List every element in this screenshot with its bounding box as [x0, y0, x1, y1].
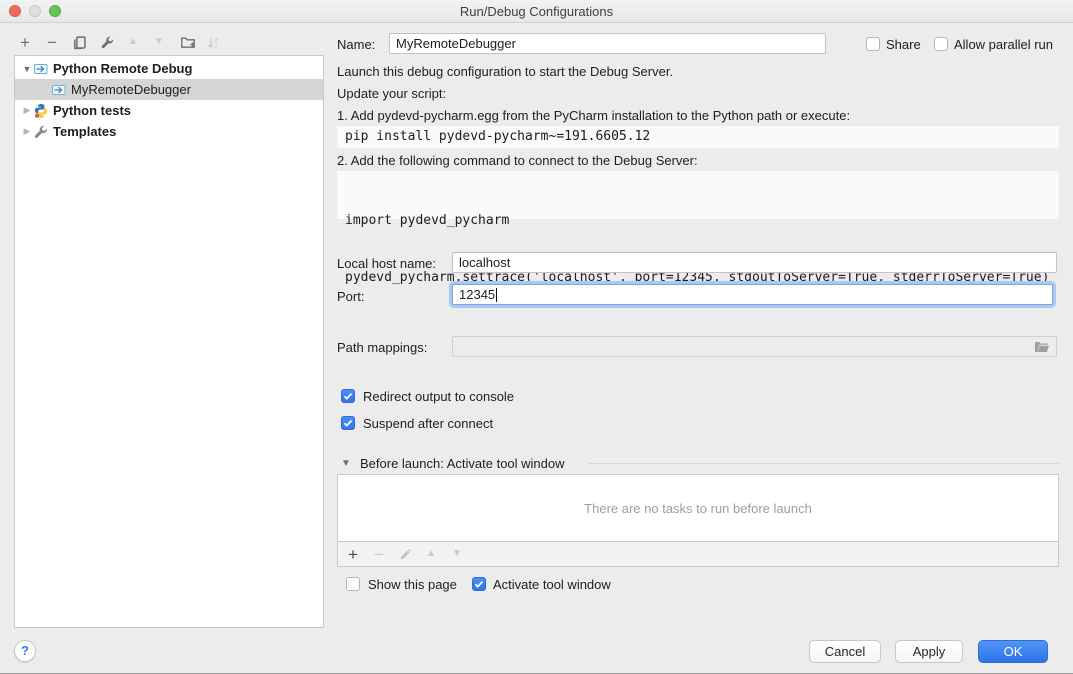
wrench-icon: [100, 35, 115, 50]
allow-parallel-run-label[interactable]: Allow parallel run: [954, 37, 1053, 52]
move-task-up-button: ▲: [422, 544, 440, 564]
local-host-name-input[interactable]: [452, 252, 1057, 273]
arrow-up-icon: ▲: [128, 37, 138, 47]
chevron-right-icon[interactable]: ▶: [21, 126, 33, 137]
close-window-icon[interactable]: [9, 5, 21, 17]
remove-task-button: −: [370, 544, 388, 564]
remote-debug-icon: [51, 82, 67, 98]
copy-icon: [72, 35, 87, 50]
instruction-line-2: Update your script:: [337, 86, 446, 101]
share-checkbox[interactable]: [866, 37, 880, 51]
arrow-down-icon: ▼: [154, 37, 164, 47]
tree-item-python-tests[interactable]: ▶ Python tests: [15, 100, 323, 121]
port-value: 12345: [459, 285, 495, 304]
before-launch-header[interactable]: Before launch: Activate tool window: [360, 456, 565, 471]
name-input[interactable]: [389, 33, 826, 54]
plus-icon: +: [20, 34, 30, 51]
copy-configuration-button[interactable]: [68, 32, 90, 52]
port-input[interactable]: 12345: [452, 284, 1053, 305]
pencil-icon: [399, 548, 412, 561]
pip-install-code-block: pip install pydevd-pycharm~=191.6605.12: [337, 126, 1059, 148]
edit-task-button: [396, 544, 414, 564]
activate-tool-window-checkbox[interactable]: [472, 577, 486, 591]
arrow-down-icon: ▼: [452, 549, 462, 559]
ok-button[interactable]: OK: [978, 640, 1048, 663]
sort-configurations-button: az: [202, 32, 224, 52]
tasks-toolbar: + − ▲ ▼: [337, 541, 1059, 567]
help-button[interactable]: ?: [14, 640, 36, 662]
suspend-after-connect-label[interactable]: Suspend after connect: [363, 416, 493, 431]
redirect-output-label[interactable]: Redirect output to console: [363, 389, 514, 404]
wrench-icon: [33, 124, 49, 140]
path-mappings-label: Path mappings:: [337, 340, 427, 355]
share-label[interactable]: Share: [886, 37, 921, 52]
open-folder-icon[interactable]: [1034, 340, 1050, 354]
activate-tool-window-label[interactable]: Activate tool window: [493, 577, 611, 592]
add-configuration-button[interactable]: +: [14, 32, 36, 52]
before-launch-tasks-panel[interactable]: There are no tasks to run before launch: [337, 474, 1059, 542]
chevron-right-icon[interactable]: ▶: [21, 105, 33, 116]
move-up-button: ▲: [122, 32, 144, 52]
show-this-page-checkbox[interactable]: [346, 577, 360, 591]
tree-item-templates[interactable]: ▶ Templates: [15, 121, 323, 142]
apply-button[interactable]: Apply: [895, 640, 963, 663]
create-folder-button[interactable]: [177, 32, 199, 52]
configurations-tree: ▼ Python Remote Debug MyRemoteDebugger ▶…: [14, 55, 324, 628]
tree-item-label: Python Remote Debug: [53, 61, 192, 76]
plus-icon: +: [348, 546, 358, 563]
path-mappings-input: [452, 336, 1057, 357]
tree-item-label: Python tests: [53, 103, 131, 118]
code-text: pip install pydevd-pycharm~=191.6605.12: [345, 129, 650, 144]
suspend-after-connect-checkbox[interactable]: [341, 416, 355, 430]
redirect-output-checkbox[interactable]: [341, 389, 355, 403]
remove-configuration-button[interactable]: −: [41, 32, 63, 52]
title-bar: Run/Debug Configurations: [0, 0, 1073, 23]
tree-item-label: MyRemoteDebugger: [71, 82, 191, 97]
show-this-page-label[interactable]: Show this page: [368, 577, 457, 592]
minus-icon: −: [374, 546, 384, 563]
move-task-down-button: ▼: [448, 544, 466, 564]
add-task-button[interactable]: +: [344, 544, 362, 564]
instruction-line-1: Launch this debug configuration to start…: [337, 64, 673, 79]
text-caret: [496, 288, 497, 302]
section-divider: [588, 463, 1059, 464]
cancel-button[interactable]: Cancel: [809, 640, 881, 663]
settrace-code-block: import pydevd_pycharm pydevd_pycharm.set…: [337, 171, 1059, 219]
python-tests-icon: [33, 103, 49, 119]
instruction-step-1: 1. Add pydevd-pycharm.egg from the PyCha…: [337, 108, 850, 123]
minimize-window-icon: [29, 5, 41, 17]
no-tasks-message: There are no tasks to run before launch: [584, 501, 812, 516]
code-line-1: import pydevd_pycharm: [345, 211, 1051, 230]
collapse-section-icon[interactable]: ▼: [341, 459, 351, 469]
name-label: Name:: [337, 37, 375, 52]
question-mark-icon: ?: [21, 643, 29, 658]
folder-plus-icon: [180, 34, 196, 50]
arrow-up-icon: ▲: [426, 549, 436, 559]
tree-item-label: Templates: [53, 124, 116, 139]
port-label: Port:: [337, 289, 364, 304]
window-title: Run/Debug Configurations: [460, 4, 613, 19]
tree-item-my-remote-debugger[interactable]: MyRemoteDebugger: [15, 79, 323, 100]
move-down-button: ▼: [148, 32, 170, 52]
run-debug-configurations-dialog: Run/Debug Configurations + − ▲ ▼ az ▼ Py…: [0, 0, 1073, 674]
sort-alpha-icon: az: [206, 35, 221, 50]
local-host-name-label: Local host name:: [337, 256, 436, 271]
allow-parallel-run-checkbox[interactable]: [934, 37, 948, 51]
edit-templates-button[interactable]: [96, 32, 118, 52]
remote-debug-icon: [33, 61, 49, 77]
chevron-down-icon[interactable]: ▼: [21, 64, 33, 74]
minus-icon: −: [47, 34, 57, 51]
svg-text:z: z: [214, 43, 217, 50]
zoom-window-icon[interactable]: [49, 5, 61, 17]
tree-item-python-remote-debug[interactable]: ▼ Python Remote Debug: [15, 58, 323, 79]
instruction-step-2: 2. Add the following command to connect …: [337, 153, 698, 168]
